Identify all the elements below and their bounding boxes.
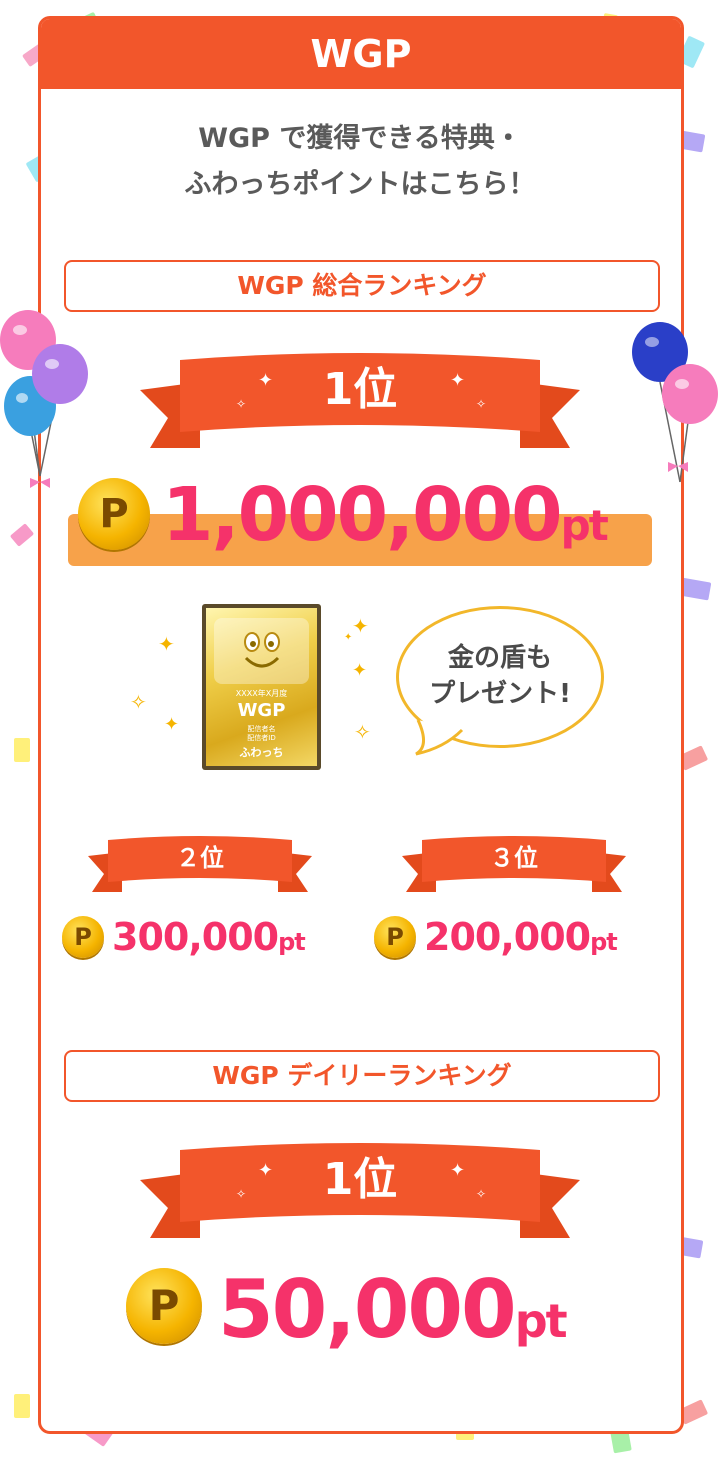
- overall-second-rank: ２位: [176, 844, 224, 872]
- card-title: WGP: [310, 32, 412, 76]
- intro-line-1: WGP で獲得できる特典・: [198, 123, 522, 154]
- coin-icon: P: [374, 916, 416, 958]
- confetti-piece: [14, 738, 30, 762]
- confetti-piece: [9, 523, 35, 547]
- overall-third-amount: 200,000pt: [424, 915, 618, 959]
- coin-icon: P: [62, 916, 104, 958]
- sparkle-icon: ✦: [352, 660, 368, 681]
- sparkle-icon: ✦: [344, 632, 353, 643]
- daily-ranking-title: WGP デイリーランキング: [64, 1050, 660, 1102]
- intro-line-2: ふわっちポイントはこちら！: [184, 169, 536, 200]
- sparkle-icon: ✦: [158, 632, 175, 656]
- coin-icon: P: [126, 1268, 202, 1344]
- daily-first-rank: 1位: [322, 1154, 398, 1205]
- bubble-text: 金の盾も プレゼント!: [429, 643, 571, 709]
- sparkle-icon: ✦: [164, 714, 180, 735]
- intro-text: WGP で獲得できる特典・ ふわっちポイントはこちら！: [0, 116, 720, 208]
- daily-first-amount: 50,000pt: [218, 1263, 568, 1356]
- confetti-piece: [14, 1394, 30, 1418]
- overall-ranking-title: WGP 総合ランキング: [64, 260, 660, 312]
- card-header: WGP: [41, 19, 681, 89]
- sparkle-icon: ✧: [130, 690, 147, 714]
- overall-second-amount: 300,000pt: [112, 915, 306, 959]
- coin-icon: P: [78, 478, 150, 550]
- bubble-tail: [415, 719, 464, 756]
- sparkle-icon: ✦: [352, 614, 369, 638]
- overall-first-amount: 1,000,000pt: [162, 472, 609, 558]
- sparkle-icon: ✧: [354, 720, 371, 744]
- smiley-icon: [244, 632, 280, 668]
- overall-first-rank: 1位: [322, 364, 398, 415]
- gold-shield-image: XXXX年X月度 WGP 配信者名 配信者ID ふわっち: [202, 604, 321, 770]
- overall-third-rank: ３位: [490, 844, 538, 872]
